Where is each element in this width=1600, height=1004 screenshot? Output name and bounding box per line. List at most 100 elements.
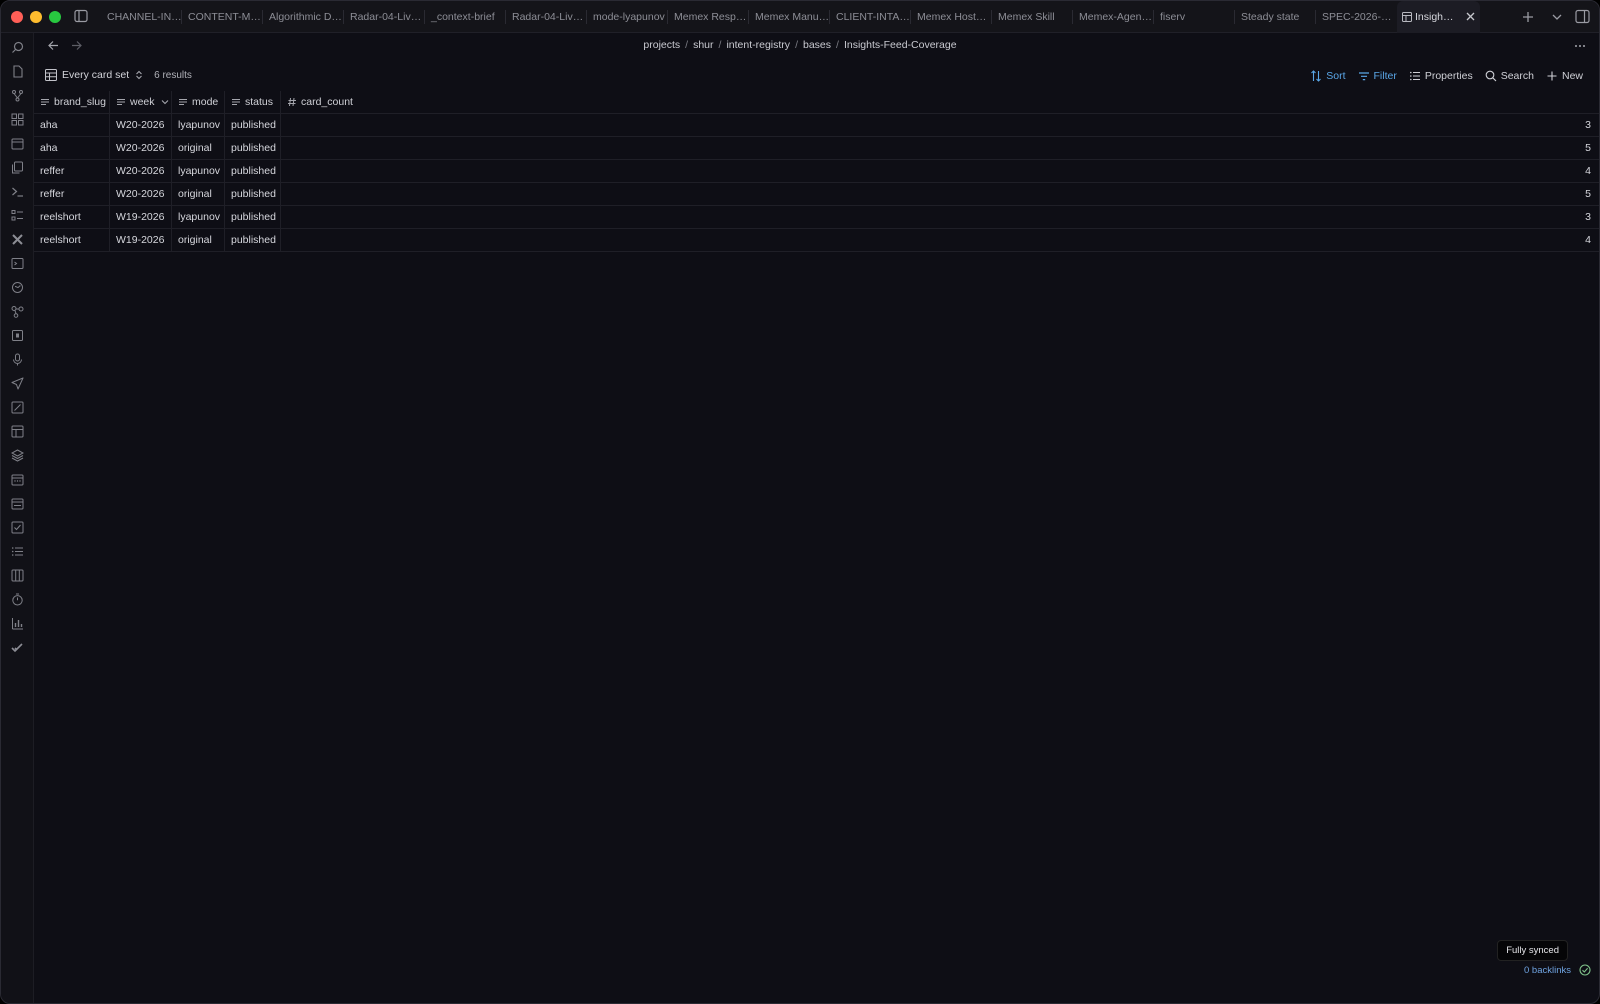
table-row[interactable]: aha W20-2026 lyapunov published 3 — [34, 114, 1599, 137]
list-checks-icon[interactable] — [11, 209, 24, 222]
right-sidebar-toggle-icon[interactable] — [1575, 9, 1590, 24]
breadcrumb-item[interactable]: intent-registry — [726, 39, 790, 51]
chevron-down-icon[interactable] — [161, 98, 169, 106]
send-icon[interactable] — [11, 377, 24, 390]
chevron-down-icon[interactable] — [1551, 11, 1563, 23]
tab[interactable]: mode-lyapunov — [587, 1, 668, 33]
table-row[interactable]: reffer W20-2026 lyapunov published 4 — [34, 160, 1599, 183]
cell-card-count[interactable]: 3 — [281, 114, 1599, 136]
cell-brand-slug[interactable]: reffer — [34, 160, 110, 182]
calendar-week-icon[interactable] — [11, 497, 24, 510]
sync-check-icon[interactable] — [1579, 964, 1591, 976]
cell-mode[interactable]: original — [172, 229, 225, 251]
cell-mode[interactable]: original — [172, 137, 225, 159]
globe-icon[interactable] — [11, 281, 24, 294]
console-icon[interactable] — [11, 257, 24, 270]
tab[interactable]: Memex Manu… — [749, 1, 830, 33]
active-tab[interactable]: Insigh… — [1397, 1, 1480, 33]
breadcrumb-item[interactable]: shur — [693, 39, 713, 51]
minimize-window-button[interactable] — [30, 11, 42, 23]
breadcrumb-item[interactable]: bases — [803, 39, 831, 51]
calendar-days-icon[interactable] — [11, 473, 24, 486]
column-header-status[interactable]: status — [225, 91, 281, 113]
tab[interactable]: Radar-04-Liv… — [344, 1, 425, 33]
cell-mode[interactable]: lyapunov — [172, 114, 225, 136]
cell-mode[interactable]: original — [172, 183, 225, 205]
backlinks-count[interactable]: 0 backlinks — [1524, 965, 1571, 976]
tools-icon[interactable] — [11, 233, 24, 246]
cell-week[interactable]: W20-2026 — [110, 137, 172, 159]
checkbox-icon[interactable] — [11, 521, 24, 534]
new-button[interactable]: New — [1540, 68, 1589, 84]
tab[interactable]: Steady state — [1235, 1, 1316, 33]
sort-button[interactable]: Sort — [1304, 68, 1351, 84]
clipboard-icon[interactable] — [11, 329, 24, 342]
tab[interactable]: CHANNEL-IN… — [101, 1, 182, 33]
search-button[interactable]: Search — [1479, 68, 1540, 84]
tab[interactable]: Radar-04-Liv… — [506, 1, 587, 33]
cell-card-count[interactable]: 4 — [281, 229, 1599, 251]
tab[interactable]: fiserv — [1154, 1, 1235, 33]
tab[interactable]: Memex Skill — [992, 1, 1073, 33]
layout-icon[interactable] — [11, 425, 24, 438]
cell-status[interactable]: published — [225, 206, 281, 228]
terminal-icon[interactable] — [11, 185, 24, 198]
view-selector[interactable]: Every card set 6 results — [45, 69, 192, 81]
tab[interactable]: CONTENT-M… — [182, 1, 263, 33]
cell-week[interactable]: W19-2026 — [110, 229, 172, 251]
column-header-week[interactable]: week — [110, 91, 172, 113]
graph-icon[interactable] — [11, 305, 24, 318]
tab[interactable]: Memex-Agen… — [1073, 1, 1154, 33]
plus-icon[interactable] — [1521, 10, 1535, 24]
cell-brand-slug[interactable]: reelshort — [34, 206, 110, 228]
cell-card-count[interactable]: 4 — [281, 160, 1599, 182]
tab[interactable]: Memex Host… — [911, 1, 992, 33]
breadcrumb-current[interactable]: Insights-Feed-Coverage — [844, 39, 957, 51]
file-icon[interactable] — [11, 65, 24, 78]
column-header-mode[interactable]: mode — [172, 91, 225, 113]
tab[interactable]: CLIENT-INTA… — [830, 1, 911, 33]
cell-mode[interactable]: lyapunov — [172, 206, 225, 228]
sidebar-toggle-icon[interactable] — [74, 9, 88, 23]
grid-icon[interactable] — [11, 113, 24, 126]
table-row[interactable]: reelshort W19-2026 lyapunov published 3 — [34, 206, 1599, 229]
cell-card-count[interactable]: 5 — [281, 137, 1599, 159]
properties-button[interactable]: Properties — [1403, 68, 1479, 84]
close-icon[interactable] — [1465, 11, 1476, 22]
table-row[interactable]: aha W20-2026 original published 5 — [34, 137, 1599, 160]
cell-mode[interactable]: lyapunov — [172, 160, 225, 182]
column-header-brand-slug[interactable]: brand_slug — [34, 91, 110, 113]
column-header-card-count[interactable]: card_count — [281, 91, 1599, 113]
cell-status[interactable]: published — [225, 114, 281, 136]
cell-status[interactable]: published — [225, 160, 281, 182]
calendar-icon[interactable] — [11, 137, 24, 150]
maximize-window-button[interactable] — [49, 11, 61, 23]
bar-chart-icon[interactable] — [11, 617, 24, 630]
cell-brand-slug[interactable]: aha — [34, 114, 110, 136]
columns-icon[interactable] — [11, 569, 24, 582]
layers-icon[interactable] — [11, 449, 24, 462]
table-row[interactable]: reelshort W19-2026 original published 4 — [34, 229, 1599, 252]
cell-week[interactable]: W20-2026 — [110, 160, 172, 182]
list-icon[interactable] — [11, 545, 24, 558]
cell-card-count[interactable]: 3 — [281, 206, 1599, 228]
table-row[interactable]: reffer W20-2026 original published 5 — [34, 183, 1599, 206]
cell-week[interactable]: W20-2026 — [110, 114, 172, 136]
close-window-button[interactable] — [11, 11, 23, 23]
cell-brand-slug[interactable]: reelshort — [34, 229, 110, 251]
timer-icon[interactable] — [11, 593, 24, 606]
more-options-icon[interactable] — [1573, 39, 1587, 53]
copy-icon[interactable] — [11, 161, 24, 174]
cell-status[interactable]: published — [225, 137, 281, 159]
git-branch-icon[interactable] — [11, 89, 24, 102]
microphone-icon[interactable] — [11, 353, 24, 366]
tab[interactable]: Memex Resp… — [668, 1, 749, 33]
cell-status[interactable]: published — [225, 183, 281, 205]
breadcrumb-item[interactable]: projects — [643, 39, 680, 51]
cell-week[interactable]: W19-2026 — [110, 206, 172, 228]
tab[interactable]: SPEC-2026-… — [1316, 1, 1397, 33]
cell-brand-slug[interactable]: aha — [34, 137, 110, 159]
cell-brand-slug[interactable]: reffer — [34, 183, 110, 205]
cell-week[interactable]: W20-2026 — [110, 183, 172, 205]
check-all-icon[interactable] — [11, 641, 24, 654]
